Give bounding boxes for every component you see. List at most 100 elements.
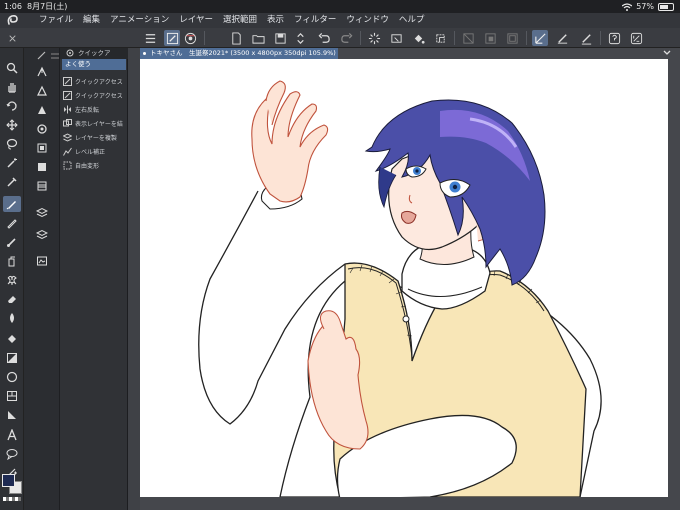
modified-dot (143, 52, 146, 55)
text-icon[interactable] (3, 427, 21, 443)
quick-access-icon (62, 90, 72, 100)
ruler-icon[interactable] (532, 30, 548, 46)
pen-tool-icon[interactable] (3, 196, 21, 212)
clear-icon[interactable] (388, 30, 404, 46)
invert-icon[interactable] (460, 30, 476, 46)
quick-access-search-icon[interactable] (66, 49, 75, 58)
status-right: 57% (622, 0, 674, 13)
quick-access-item[interactable]: 左右反転 (62, 102, 126, 116)
menu-icon[interactable] (142, 30, 158, 46)
quick-access-item-label: 自由変形 (75, 162, 100, 170)
fill-icon[interactable] (410, 30, 426, 46)
zoom-icon[interactable] (3, 60, 21, 76)
fill-tool-icon[interactable] (3, 331, 21, 347)
chevron-down-icon[interactable] (662, 48, 672, 58)
quick-access-list: クイックアクセス クイックアクセス 左右反転 表示レイヤーを結 レイヤーを複製 … (62, 74, 126, 172)
canvas-area: トキヤさん 生誕祭2021* (3500 x 4800px 350dpi 105… (140, 48, 680, 510)
subtool-gpen-icon[interactable] (33, 121, 51, 137)
canvas-paper[interactable] (140, 59, 668, 497)
tool-palette (0, 48, 24, 510)
brush-tool-icon[interactable] (3, 234, 21, 250)
quick-access-item[interactable]: レイヤーを複製 (62, 130, 126, 144)
new-file-icon[interactable] (228, 30, 244, 46)
help-icon[interactable] (606, 30, 622, 46)
document-tab[interactable]: トキヤさん 生誕祭2021* (3500 x 4800px 350dpi 105… (140, 48, 338, 59)
rotate-icon[interactable] (3, 98, 21, 114)
sub-tool-palette (24, 48, 60, 510)
wifi-icon (622, 2, 633, 11)
arrows-icon[interactable] (292, 30, 308, 46)
save-icon[interactable] (272, 30, 288, 46)
quick-access-panel: クイックア よく使う クイックアクセス クイックアクセス 左右反転 表示レイヤー… (60, 48, 128, 510)
merge-visible-icon (62, 118, 72, 128)
menu-window[interactable]: ウィンドウ (341, 13, 394, 28)
quick-access-set-selector[interactable]: よく使う (62, 59, 126, 70)
select-all-icon[interactable] (482, 30, 498, 46)
open-folder-icon[interactable] (250, 30, 266, 46)
quick-access-item[interactable]: 表示レイヤーを結 (62, 116, 126, 130)
quick-access-item[interactable]: クイックアクセス (62, 74, 126, 88)
subtool-pen2-icon[interactable] (33, 83, 51, 99)
hand-icon[interactable] (3, 79, 21, 95)
menu-list: ファイル 編集 アニメーション レイヤー 選択範囲 表示 フィルター ウィンドウ… (34, 13, 429, 28)
main-color-swatch[interactable] (2, 474, 15, 487)
document-title: トキヤさん 生誕祭2021* (3500 x 4800px 350dpi 105… (150, 49, 336, 57)
transparent-color-swatch[interactable] (3, 497, 21, 501)
subtool-layer-icon[interactable] (33, 140, 51, 156)
subtool-marker-icon[interactable] (33, 102, 51, 118)
menu-filter[interactable]: フィルター (289, 13, 341, 28)
pencil-icon[interactable] (3, 215, 21, 231)
airbrush-icon[interactable] (3, 253, 21, 269)
clip-studio-logo-icon[interactable] (6, 14, 20, 27)
redo-icon[interactable] (338, 30, 354, 46)
frame-icon[interactable] (3, 388, 21, 404)
subtool-stack-icon[interactable] (33, 226, 51, 242)
subtool-film-icon[interactable] (33, 178, 51, 194)
quick-access-item[interactable]: クイックアクセス (62, 88, 126, 102)
illustration-image (198, 80, 602, 497)
quick-access-item-label: 表示レイヤーを結 (75, 120, 123, 128)
gradient-icon[interactable] (3, 350, 21, 366)
menu-file[interactable]: ファイル (34, 13, 78, 28)
decoration-icon[interactable] (3, 272, 21, 288)
quick-access-item-label: レイヤーを複製 (75, 134, 117, 142)
blend-icon[interactable] (3, 310, 21, 326)
pen-icon[interactable] (578, 30, 594, 46)
subtool-layers-icon[interactable] (33, 205, 51, 221)
quick-access-item[interactable]: レベル補正 (62, 144, 126, 158)
balloon-icon[interactable] (3, 446, 21, 462)
spinner-icon[interactable] (366, 30, 382, 46)
eraser-icon[interactable] (3, 291, 21, 307)
deselect-icon[interactable] (504, 30, 520, 46)
menu-layer[interactable]: レイヤー (174, 13, 218, 28)
menu-help[interactable]: ヘルプ (394, 13, 430, 28)
quick-access-item[interactable]: 自由変形 (62, 158, 126, 172)
panel-toggle-icon[interactable] (4, 30, 20, 46)
clip-studio-app: 1:06 8月7日(土) 57% ファイル 編集 アニメーション レイヤー 選択… (0, 0, 680, 510)
subtool-pen-icon[interactable] (33, 64, 51, 80)
brush-icon[interactable] (554, 30, 570, 46)
transform-icon[interactable] (432, 30, 448, 46)
shape-icon[interactable] (3, 369, 21, 385)
quick-access-item-label: クイックアクセス (75, 92, 123, 100)
status-time: 1:06 (4, 2, 22, 11)
magic-wand-icon[interactable] (3, 155, 21, 171)
quick-access-item-label: クイックアクセス (75, 78, 123, 86)
menu-selection[interactable]: 選択範囲 (218, 13, 262, 28)
ruler-tool-icon[interactable] (3, 407, 21, 423)
subtool-image-icon[interactable] (33, 253, 51, 269)
menu-edit[interactable]: 編集 (78, 13, 105, 28)
move-icon[interactable] (3, 117, 21, 133)
lasso-icon[interactable] (3, 136, 21, 152)
pen-setting-icon[interactable] (164, 30, 180, 46)
settings-icon[interactable] (628, 30, 644, 46)
menu-view[interactable]: 表示 (262, 13, 289, 28)
subtool-display-icon[interactable] (33, 159, 51, 175)
eyedropper-icon[interactable] (3, 174, 21, 190)
status-bar: 1:06 8月7日(土) 57% (0, 0, 680, 13)
quick-access-icon (62, 76, 72, 86)
menu-animation[interactable]: アニメーション (105, 13, 174, 28)
eye-icon[interactable] (182, 30, 198, 46)
status-date: 8月7日(土) (27, 2, 68, 11)
undo-icon[interactable] (316, 30, 332, 46)
